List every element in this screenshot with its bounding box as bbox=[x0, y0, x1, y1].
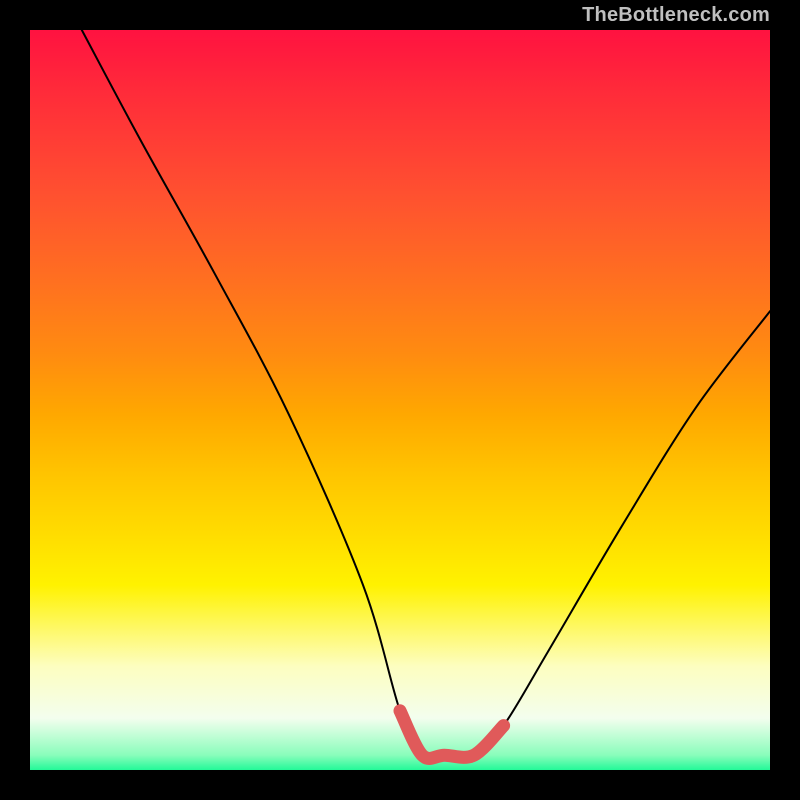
bottleneck-curve bbox=[82, 30, 770, 758]
chart-frame: TheBottleneck.com bbox=[0, 0, 800, 800]
watermark-text: TheBottleneck.com bbox=[582, 4, 770, 27]
chart-svg bbox=[30, 30, 770, 770]
optimal-band bbox=[400, 711, 504, 759]
chart-plot-area bbox=[30, 30, 770, 770]
